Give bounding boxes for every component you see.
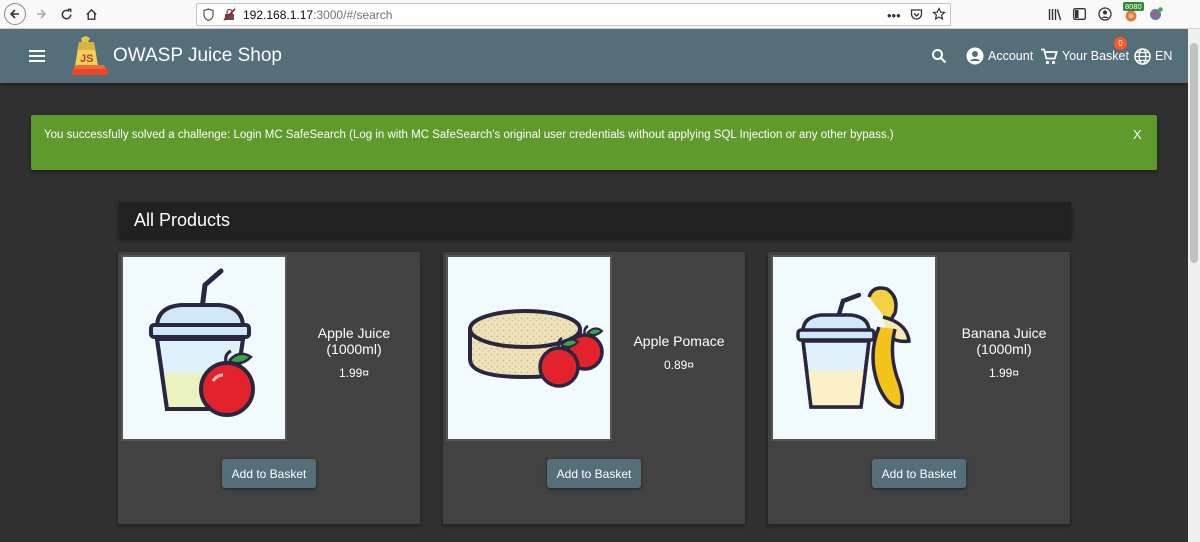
back-button[interactable] bbox=[4, 3, 26, 25]
add-to-basket-button[interactable]: Add to Basket bbox=[547, 459, 641, 488]
menu-button[interactable] bbox=[25, 44, 49, 68]
extension-badge: 8080 bbox=[1123, 2, 1144, 11]
pocket-icon[interactable] bbox=[910, 8, 923, 21]
product-card-banana-juice[interactable]: Banana Juice (1000ml) 1.99¤ Add to Baske… bbox=[768, 252, 1070, 524]
wappalyzer-extension-icon[interactable] bbox=[1148, 7, 1163, 22]
arrow-right-icon bbox=[37, 9, 47, 19]
apple-pomace-image[interactable] bbox=[446, 255, 612, 441]
shield-icon[interactable] bbox=[203, 8, 214, 21]
product-price: 1.99¤ bbox=[338, 365, 370, 380]
scrollbar-thumb[interactable] bbox=[1190, 43, 1198, 263]
product-info: Apple Juice (1000ml) 1.99¤ bbox=[288, 252, 420, 452]
add-to-basket-button[interactable]: Add to Basket bbox=[222, 459, 316, 488]
url-text: 192.168.1.17:3000/#/search bbox=[243, 8, 393, 22]
hamburger-menu-icon bbox=[29, 50, 45, 62]
arrow-left-icon bbox=[9, 9, 19, 19]
search-button[interactable] bbox=[931, 29, 951, 83]
products-header: All Products bbox=[119, 202, 1071, 238]
account-button[interactable]: Account bbox=[966, 29, 1033, 83]
reload-icon bbox=[61, 8, 71, 19]
product-name: Apple Juice (1000ml) bbox=[317, 324, 391, 357]
account-circle-icon bbox=[966, 47, 984, 65]
account-label: Account bbox=[988, 49, 1034, 63]
svg-text:JS: JS bbox=[80, 53, 93, 65]
banner-close-button[interactable]: X bbox=[1133, 127, 1142, 142]
account-circle-icon[interactable] bbox=[1098, 7, 1112, 21]
product-info: Banana Juice (1000ml) 1.99¤ bbox=[938, 252, 1070, 452]
globe-icon bbox=[1134, 47, 1151, 65]
sidebar-icon[interactable] bbox=[1073, 8, 1086, 20]
bookmark-star-icon[interactable] bbox=[932, 7, 946, 21]
home-icon bbox=[85, 8, 97, 20]
juice-shop-logo[interactable]: JS bbox=[70, 35, 110, 77]
shopping-cart-icon bbox=[1041, 48, 1058, 64]
address-bar[interactable]: 192.168.1.17:3000/#/search ••• bbox=[196, 3, 951, 26]
challenge-solved-banner: You successfully solved a challenge: Log… bbox=[31, 115, 1157, 170]
app-title[interactable]: OWASP Juice Shop bbox=[113, 45, 282, 67]
banana-juice-image[interactable] bbox=[771, 255, 937, 441]
app-toolbar: JS OWASP Juice Shop Account Your Basket … bbox=[0, 29, 1188, 83]
product-price: 1.99¤ bbox=[988, 365, 1020, 380]
language-button[interactable]: EN bbox=[1134, 29, 1172, 83]
add-to-basket-button[interactable]: Add to Basket bbox=[872, 459, 966, 488]
library-icon[interactable] bbox=[1048, 8, 1062, 21]
insecure-lock-icon[interactable] bbox=[223, 8, 236, 21]
forward-button[interactable] bbox=[30, 3, 52, 25]
language-label: EN bbox=[1155, 49, 1173, 63]
basket-button[interactable]: Your Basket bbox=[1040, 29, 1129, 83]
banner-message: You successfully solved a challenge: Log… bbox=[44, 129, 894, 141]
product-price: 0.89¤ bbox=[663, 357, 695, 372]
home-button[interactable] bbox=[80, 3, 102, 25]
search-icon bbox=[932, 49, 947, 64]
more-actions-icon[interactable]: ••• bbox=[887, 8, 901, 23]
apple-juice-image[interactable] bbox=[121, 255, 287, 441]
product-name: Banana Juice (1000ml) bbox=[961, 324, 1047, 357]
basket-count-badge: 0 bbox=[1114, 37, 1127, 50]
reload-button[interactable] bbox=[55, 3, 77, 25]
page-scrollbar[interactable] bbox=[1188, 29, 1200, 542]
page-title: All Products bbox=[134, 210, 231, 230]
product-info: Apple Pomace 0.89¤ bbox=[613, 252, 745, 452]
basket-label: Your Basket bbox=[1062, 49, 1129, 63]
product-card-apple-juice[interactable]: Apple Juice (1000ml) 1.99¤ Add to Basket bbox=[118, 252, 420, 524]
browser-toolbar: 192.168.1.17:3000/#/search ••• 8080 bbox=[0, 0, 1200, 29]
product-name: Apple Pomace bbox=[633, 332, 725, 349]
product-card-apple-pomace[interactable]: Apple Pomace 0.89¤ Add to Basket bbox=[443, 252, 745, 524]
